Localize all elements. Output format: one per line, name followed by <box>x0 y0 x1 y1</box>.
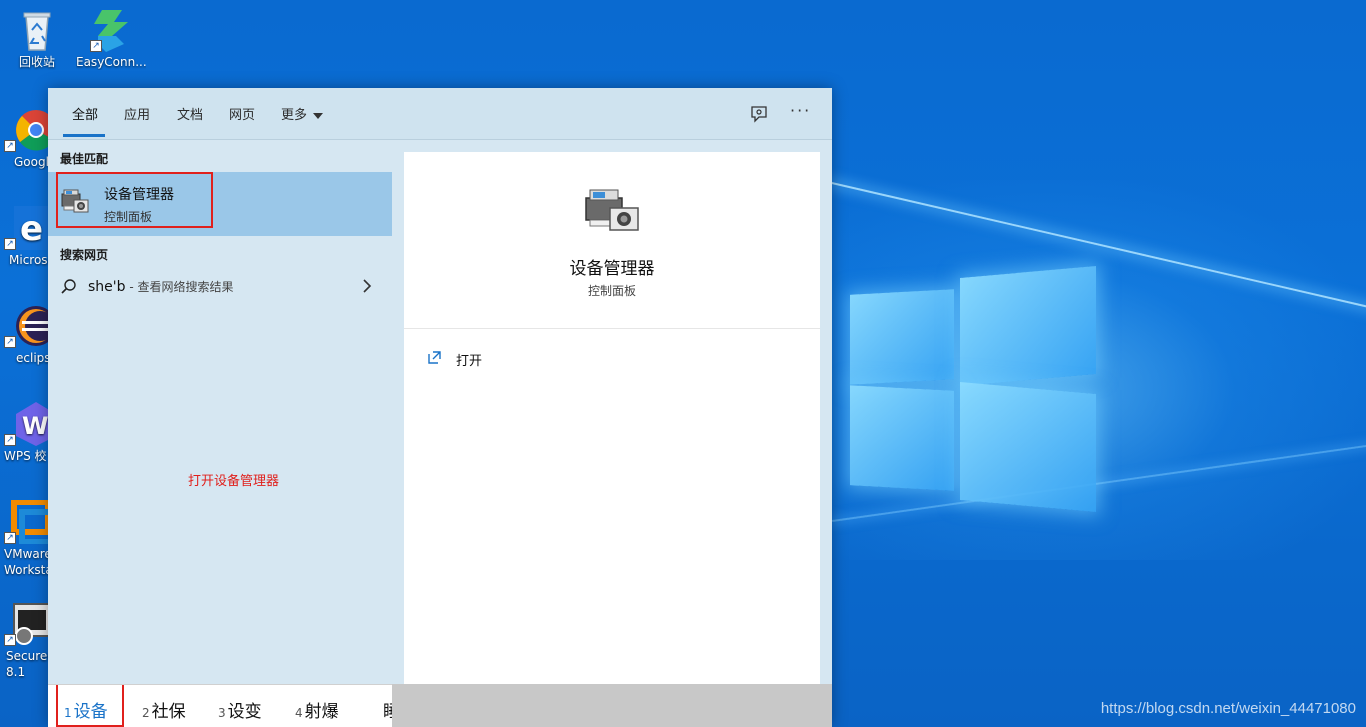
easyconnect-icon: ↗ <box>88 8 134 52</box>
web-search-result[interactable]: she'b - 查看网络搜索结果 <box>48 270 392 304</box>
ime-candidate[interactable]: 3 设变 <box>218 697 262 722</box>
more-options-icon[interactable]: ··· <box>790 103 812 124</box>
desktop-icon-label: eclipse <box>16 351 50 365</box>
desktop-icon-wps[interactable]: W ↗ WPS 校 <box>0 402 50 464</box>
active-tab-indicator <box>63 134 105 137</box>
svg-text:W: W <box>22 412 48 440</box>
tab-more[interactable]: 更多 <box>281 104 324 123</box>
shortcut-arrow-icon: ↗ <box>4 238 16 250</box>
desktop-icon-edge[interactable]: e ↗ Microsoft Edge <box>0 206 50 268</box>
web-search-query: she'b - 查看网络搜索结果 <box>88 278 233 295</box>
search-tabs: 全部 应用 文档 网页 更多 ··· <box>48 88 832 140</box>
tab-apps[interactable]: 应用 <box>124 104 150 123</box>
best-match-item[interactable]: 设备管理器 控制面板 <box>48 172 392 236</box>
desktop-icon-recycle-bin[interactable]: 回收站 <box>2 8 72 70</box>
tab-web[interactable]: 网页 <box>229 104 255 123</box>
detail-title: 设备管理器 <box>569 259 655 279</box>
wps-icon: W ↗ <box>2 402 50 446</box>
search-panel: 全部 应用 文档 网页 更多 ··· 最佳匹配 设备管理器 控制面板 搜索网页 … <box>48 88 832 727</box>
chevron-right-icon <box>360 278 374 294</box>
ime-candidate[interactable]: 1 设备 <box>64 697 108 722</box>
tab-documents[interactable]: 文档 <box>177 104 203 123</box>
desktop-icon-label: 回收站 <box>18 55 55 69</box>
ime-candidate[interactable]: 4 射爆 <box>295 697 339 722</box>
watermark-url: https://blog.csdn.net/weixin_44471080 <box>1100 700 1356 717</box>
web-search-query-text: she'b <box>88 279 126 295</box>
shortcut-arrow-icon: ↗ <box>4 140 16 152</box>
eclipse-icon: ↗ <box>2 304 50 348</box>
annotation-text: 打开设备管理器 <box>188 474 280 489</box>
svg-text:e: e <box>20 209 43 249</box>
results-list: 最佳匹配 设备管理器 控制面板 搜索网页 she'b - 查看网络搜索结果 打开… <box>48 140 392 684</box>
ime-candidate-number: 4 <box>295 706 303 720</box>
caret-down-icon <box>313 112 324 119</box>
tab-all[interactable]: 全部 <box>72 104 98 123</box>
shortcut-arrow-icon: ↗ <box>4 634 16 646</box>
shortcut-arrow-icon: ↗ <box>4 434 16 446</box>
tab-more-label: 更多 <box>281 108 308 123</box>
divider <box>404 328 820 329</box>
shortcut-arrow-icon: ↗ <box>4 532 16 544</box>
ime-candidate[interactable]: 睡 <box>381 697 392 722</box>
securecrt-icon: ↗ <box>2 602 50 646</box>
best-match-subtitle: 控制面板 <box>104 210 153 224</box>
device-manager-icon <box>60 186 90 216</box>
desktop-icon-vmware[interactable]: ↗ VMware Workstation <box>0 500 50 578</box>
recycle-bin-icon <box>14 8 60 52</box>
desktop-icon-label: WPS 校 <box>4 449 47 463</box>
edge-icon: e ↗ <box>2 206 50 250</box>
detail-subtitle: 控制面板 <box>587 284 636 298</box>
ime-candidate[interactable]: 2 社保 <box>142 697 186 722</box>
desktop-icon-easyconnect[interactable]: ↗ EasyConn... <box>76 8 146 70</box>
shortcut-arrow-icon: ↗ <box>90 40 102 52</box>
open-label: 打开 <box>456 354 483 369</box>
best-match-title: 设备管理器 <box>104 187 174 203</box>
desktop-icon-label: SecureCRT 8.1 <box>6 649 50 679</box>
ime-candidate-bar: 1设备 2社保 3设变 4射爆 睡 <box>48 684 392 727</box>
desktop-icon-label: EasyConn... <box>76 55 146 69</box>
desktop-icon-label: Google Chrome <box>14 155 50 169</box>
ime-candidate-text: 睡 <box>383 702 392 722</box>
open-external-icon <box>426 350 442 366</box>
ime-candidate-text: 社保 <box>151 702 186 722</box>
ime-candidate-number: 2 <box>142 706 150 720</box>
device-manager-icon <box>582 184 642 234</box>
ime-candidate-text: 设备 <box>73 702 108 722</box>
ime-candidate-number: 3 <box>218 706 226 720</box>
logo-pane <box>960 382 1096 512</box>
chrome-icon: ↗ <box>2 108 50 152</box>
shortcut-arrow-icon: ↗ <box>4 336 16 348</box>
ime-candidate-number: 1 <box>64 706 72 720</box>
ime-candidate-text: 射爆 <box>304 702 339 722</box>
search-icon <box>60 278 78 296</box>
vmware-icon: ↗ <box>2 500 50 545</box>
section-title-best-match: 最佳匹配 <box>60 152 109 166</box>
desktop-icon-eclipse[interactable]: ↗ eclipse <box>0 304 50 366</box>
desktop-icon-label: Microsoft Edge <box>9 253 50 267</box>
logo-pane <box>960 266 1096 386</box>
detail-pane: 设备管理器 控制面板 打开 <box>404 152 820 684</box>
panel-footer <box>392 684 832 727</box>
web-search-query-hint: - 查看网络搜索结果 <box>125 280 234 294</box>
logo-pane <box>850 289 954 385</box>
section-title-web: 搜索网页 <box>60 248 109 262</box>
logo-pane <box>850 385 954 491</box>
feedback-icon[interactable] <box>748 104 770 124</box>
desktop-icon-securecrt[interactable]: ↗ SecureCRT 8.1 <box>0 602 50 680</box>
desktop-icon-label: VMware Workstation <box>4 547 50 577</box>
desktop-icon-chrome[interactable]: ↗ Google Chrome <box>0 108 50 170</box>
ime-candidate-text: 设变 <box>227 702 262 722</box>
open-button[interactable]: 打开 <box>426 348 546 372</box>
